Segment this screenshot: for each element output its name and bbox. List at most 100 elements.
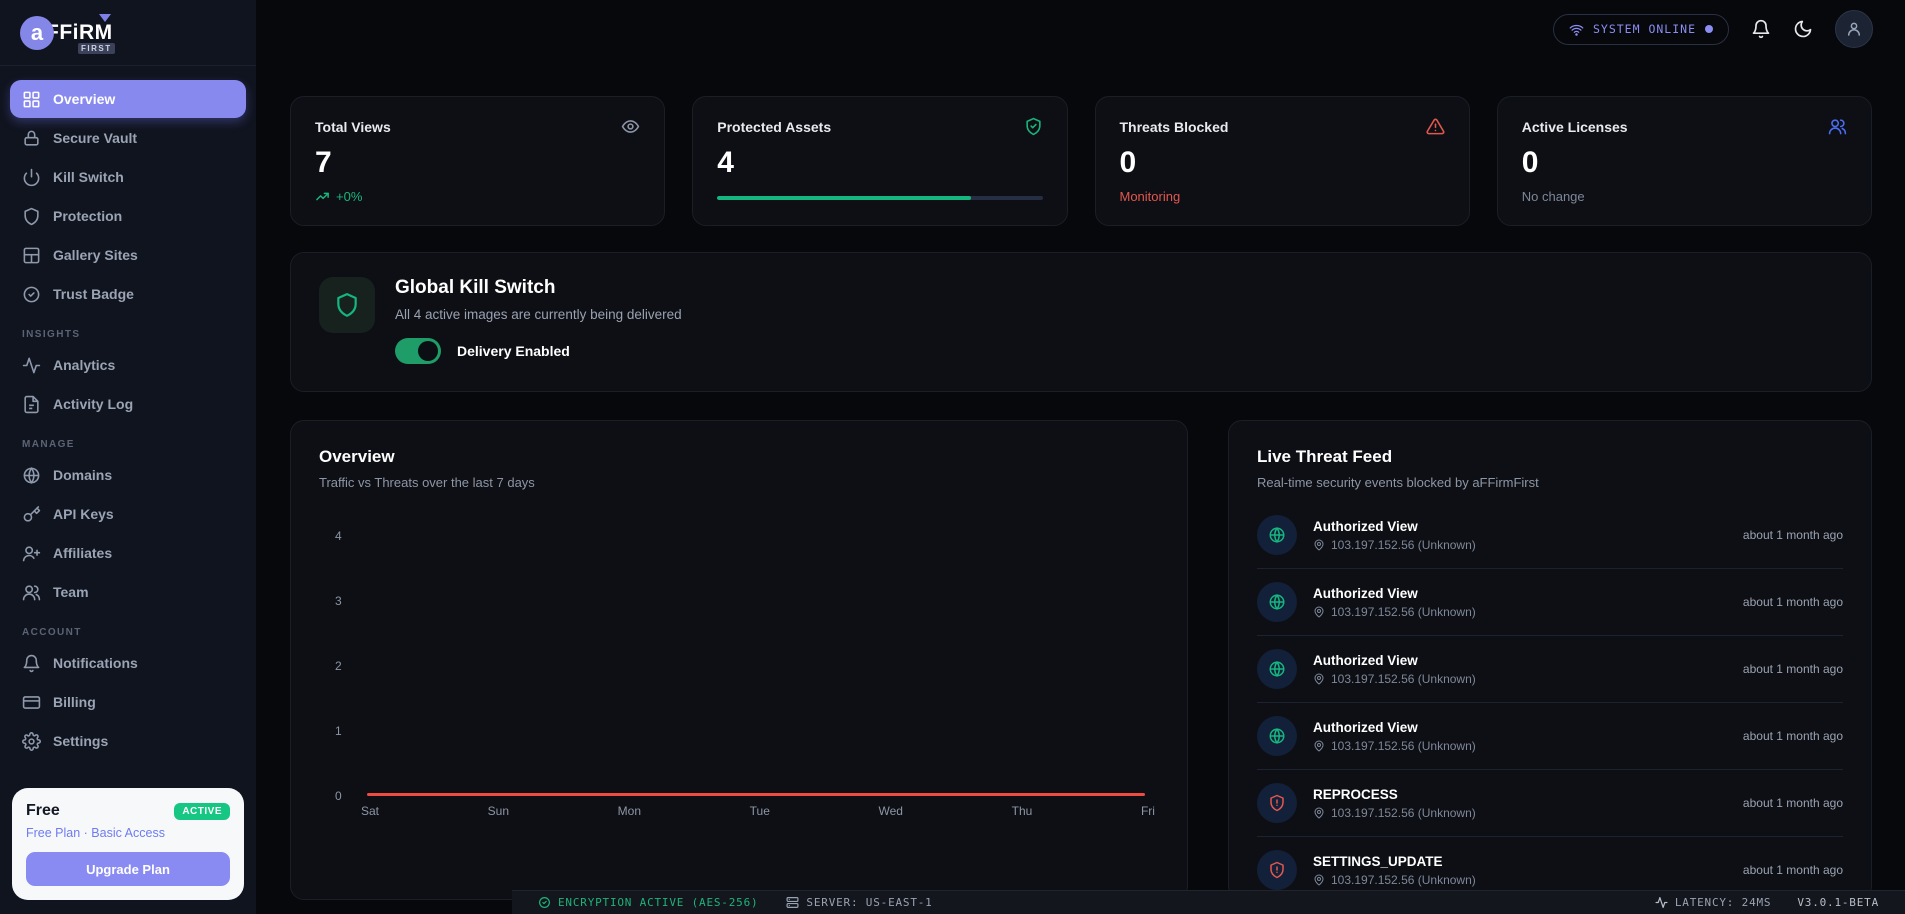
topbar: SYSTEM ONLINE	[256, 0, 1905, 58]
globe-icon	[1257, 515, 1297, 555]
sidebar-item-notifications[interactable]: Notifications	[10, 644, 246, 682]
stat-title: Threats Blocked	[1120, 119, 1229, 135]
kill-switch-subtitle: All 4 active images are currently being …	[395, 307, 682, 322]
x-axis-tick: Sun	[488, 804, 509, 818]
sidebar-item-protection[interactable]: Protection	[10, 197, 246, 235]
event-type: Authorized View	[1313, 519, 1727, 534]
threat-feed-item: REPROCESS103.197.152.56 (Unknown)about 1…	[1257, 770, 1843, 837]
sidebar-item-overview[interactable]: Overview	[10, 80, 246, 118]
threat-feed-item: Authorized View103.197.152.56 (Unknown)a…	[1257, 636, 1843, 703]
badge-check-icon	[22, 285, 41, 304]
shield-check-icon	[1024, 117, 1043, 136]
x-axis-tick: Tue	[750, 804, 770, 818]
y-axis-tick: 4	[335, 529, 342, 543]
credit-card-icon	[22, 693, 41, 712]
stat-value: 0	[1522, 146, 1847, 180]
main-area: SYSTEM ONLINE Total Views 7 +0%	[256, 0, 1905, 914]
event-ip: 103.197.152.56 (Unknown)	[1331, 806, 1476, 820]
sidebar-item-gallery-sites[interactable]: Gallery Sites	[10, 236, 246, 274]
threats-series-line	[367, 793, 1145, 796]
event-type: SETTINGS_UPDATE	[1313, 854, 1727, 869]
threat-feed-item: Authorized View103.197.152.56 (Unknown)a…	[1257, 569, 1843, 636]
event-time: about 1 month ago	[1743, 662, 1843, 676]
bell-icon	[22, 654, 41, 673]
plan-card: Free ACTIVE Free Plan · Basic Access Upg…	[12, 788, 244, 900]
alert-triangle-icon	[1426, 117, 1445, 136]
event-type: Authorized View	[1313, 586, 1727, 601]
shield-icon	[22, 207, 41, 226]
sidebar-nav: Overview Secure Vault Kill Switch Protec…	[0, 66, 256, 778]
sidebar-section-account: ACCOUNT	[22, 627, 246, 638]
sidebar-item-billing[interactable]: Billing	[10, 683, 246, 721]
sidebar-item-team[interactable]: Team	[10, 573, 246, 611]
system-status-pill: SYSTEM ONLINE	[1553, 14, 1729, 45]
sidebar-item-settings[interactable]: Settings	[10, 722, 246, 760]
sidebar-item-api-keys[interactable]: API Keys	[10, 495, 246, 533]
moon-icon	[1793, 19, 1813, 39]
upgrade-plan-button[interactable]: Upgrade Plan	[26, 852, 230, 886]
sidebar-item-kill-switch[interactable]: Kill Switch	[10, 158, 246, 196]
grid-icon	[22, 90, 41, 109]
map-pin-icon	[1313, 807, 1325, 819]
server-status: SERVER: US-EAST-1	[786, 896, 932, 909]
dashboard-content: Total Views 7 +0% Protected Assets 4	[256, 58, 1905, 900]
layout-icon	[22, 246, 41, 265]
globe-icon	[1257, 716, 1297, 756]
sidebar-item-domains[interactable]: Domains	[10, 456, 246, 494]
x-axis-tick: Thu	[1012, 804, 1033, 818]
bell-icon	[1751, 19, 1771, 39]
delivery-toggle[interactable]	[395, 338, 441, 364]
sidebar-item-trust-badge[interactable]: Trust Badge	[10, 275, 246, 313]
kill-switch-title: Global Kill Switch	[395, 277, 682, 299]
encryption-status: ENCRYPTION ACTIVE (AES-256)	[538, 896, 758, 909]
live-threat-feed-panel: Live Threat Feed Real-time security even…	[1228, 420, 1872, 900]
user-avatar[interactable]	[1835, 10, 1873, 48]
map-pin-icon	[1313, 740, 1325, 752]
event-type: REPROCESS	[1313, 787, 1727, 802]
sidebar-item-affiliates[interactable]: Affiliates	[10, 534, 246, 572]
user-icon	[1845, 20, 1863, 38]
event-time: about 1 month ago	[1743, 595, 1843, 609]
map-pin-icon	[1313, 606, 1325, 618]
shield-alert-icon	[1257, 850, 1297, 890]
notifications-button[interactable]	[1751, 19, 1771, 39]
stat-title: Total Views	[315, 119, 391, 135]
map-pin-icon	[1313, 874, 1325, 886]
latency-status: LATENCY: 24MS	[1655, 896, 1772, 909]
toggle-label: Delivery Enabled	[457, 343, 570, 359]
stat-title: Active Licenses	[1522, 119, 1628, 135]
y-axis-tick: 2	[335, 659, 342, 673]
x-axis-tick: Wed	[879, 804, 903, 818]
brand-name: FFiRM	[46, 21, 113, 44]
x-axis-tick: Sat	[361, 804, 379, 818]
users-icon	[22, 583, 41, 602]
trending-up-icon	[315, 189, 330, 204]
global-kill-switch-panel: Global Kill Switch All 4 active images a…	[290, 252, 1872, 392]
y-axis-tick: 0	[335, 789, 342, 803]
event-ip: 103.197.152.56 (Unknown)	[1331, 672, 1476, 686]
toggle-knob	[418, 341, 438, 361]
power-icon	[22, 168, 41, 187]
globe-icon	[22, 466, 41, 485]
brand-logo: a FFiRM FIRST	[0, 0, 256, 66]
brand-monogram: a	[20, 16, 54, 50]
sidebar-section-manage: MANAGE	[22, 439, 246, 450]
sidebar-item-secure-vault[interactable]: Secure Vault	[10, 119, 246, 157]
system-status-text: SYSTEM ONLINE	[1593, 22, 1696, 36]
sidebar-item-activity-log[interactable]: Activity Log	[10, 385, 246, 423]
eye-icon	[621, 117, 640, 136]
y-axis-tick: 3	[335, 594, 342, 608]
theme-toggle-button[interactable]	[1793, 19, 1813, 39]
shield-alert-icon	[1257, 783, 1297, 823]
sidebar-section-insights: INSIGHTS	[22, 329, 246, 340]
shield-check-icon	[538, 896, 551, 909]
lock-icon	[22, 129, 41, 148]
y-axis-tick: 1	[335, 724, 342, 738]
brand-subtitle: FIRST	[78, 43, 115, 54]
stat-delta: +0%	[336, 189, 362, 204]
event-time: about 1 month ago	[1743, 528, 1843, 542]
gear-icon	[22, 732, 41, 751]
stat-card-protected-assets: Protected Assets 4	[692, 96, 1067, 226]
event-time: about 1 month ago	[1743, 729, 1843, 743]
sidebar-item-analytics[interactable]: Analytics	[10, 346, 246, 384]
